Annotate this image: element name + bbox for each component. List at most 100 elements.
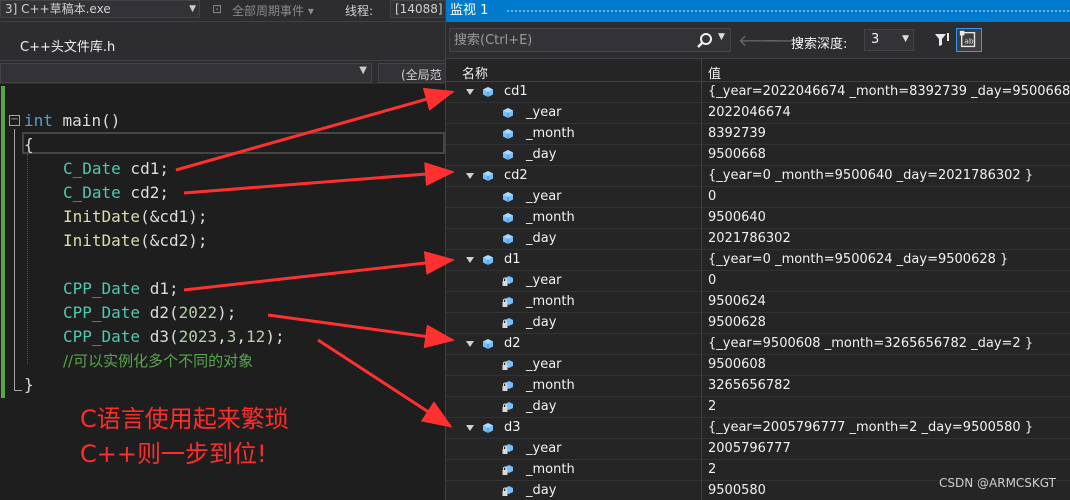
code-area[interactable]: − int main() { C_Date cd1; C_Date cd2; I… xyxy=(0,84,445,400)
chevron-down-icon: ▼ xyxy=(359,65,367,76)
watch-row-value[interactable]: 9500640 xyxy=(708,210,766,225)
watch-row-object[interactable]: cd1 {_year=2022046674 _month=8392739 _day… xyxy=(446,82,1070,103)
field-icon xyxy=(502,107,514,119)
drag-grip[interactable] xyxy=(506,9,1070,14)
search-box: ▼ xyxy=(449,28,731,52)
declaration-end: ); xyxy=(217,303,237,322)
type-name: CPP_Date xyxy=(63,279,141,298)
search-input[interactable] xyxy=(454,31,684,49)
expanded-triangle-icon[interactable] xyxy=(466,257,474,263)
watch-row-value[interactable]: 2022046674 xyxy=(708,105,791,120)
collapse-icon[interactable]: − xyxy=(9,115,20,126)
column-header-name[interactable]: 名称 xyxy=(462,63,488,82)
filter-icon[interactable] xyxy=(931,29,953,51)
watch-row-value[interactable]: {_year=2005796777 _month=2 _day=9500580 … xyxy=(708,420,1033,435)
watch-row-name: _day xyxy=(526,231,557,246)
watch-row-value[interactable]: 0 xyxy=(708,273,716,288)
private-field-icon xyxy=(502,380,514,392)
chevron-down-icon[interactable]: ▼ xyxy=(718,32,725,42)
watch-row-value[interactable]: {_year=9500608 _month=3265656782 _day=2 … xyxy=(708,336,1033,351)
watch-row-member[interactable]: _month 8392739 xyxy=(446,124,1070,145)
watch-row-member[interactable]: _day 9500668 xyxy=(446,145,1070,166)
watch-row-member[interactable]: _day 2 xyxy=(446,397,1070,418)
private-field-icon xyxy=(502,275,514,287)
tab-header-file[interactable]: C++头文件库.h xyxy=(0,30,140,60)
thread-combo[interactable]: [14088] xyxy=(390,0,450,18)
watch-row-value[interactable]: {_year=0 _month=9500624 _day=9500628 } xyxy=(708,252,1008,267)
watch-row-value[interactable]: {_year=0 _month=9500640 _day=2021786302 … xyxy=(708,168,1033,183)
code-line-init-cd2: InitDate(&cd2); xyxy=(63,229,208,253)
watch-row-name: _day xyxy=(526,399,557,414)
declaration-end: ); xyxy=(265,327,285,346)
search-depth-select[interactable]: 3 ▼ xyxy=(864,29,914,51)
column-divider xyxy=(701,418,702,439)
annotation-text: C语言使用起来繁琐 C++则一步到位! xyxy=(80,402,289,472)
watch-row-object[interactable]: cd2 {_year=0 _month=9500640 _day=20217863… xyxy=(446,166,1070,187)
watch-row-value[interactable]: 9500628 xyxy=(708,315,766,330)
comma: , xyxy=(217,327,227,346)
watch-row-value[interactable]: 9500668 xyxy=(708,147,766,162)
call-args: (&cd2); xyxy=(140,231,208,250)
code-comment: //可以实例化多个不同的对象 xyxy=(63,352,254,370)
declaration: cd1; xyxy=(120,159,169,178)
watch-row-member[interactable]: _month 9500624 xyxy=(446,292,1070,313)
code-line-cd2: C_Date cd2; xyxy=(63,181,169,205)
watch-row-value[interactable]: 3265656782 xyxy=(708,378,791,393)
field-icon xyxy=(502,128,514,140)
code-line-main: int main() xyxy=(24,109,120,133)
watch-row-object[interactable]: d2 {_year=9500608 _month=3265656782 _day=… xyxy=(446,334,1070,355)
watch-row-value[interactable]: 9500580 xyxy=(708,483,766,498)
expanded-triangle-icon[interactable] xyxy=(466,173,474,179)
watch-row-member[interactable]: _day 2021786302 xyxy=(446,229,1070,250)
column-divider[interactable] xyxy=(701,59,702,83)
code-line-d3: CPP_Date d3(2023,3,12); xyxy=(63,325,285,349)
scope-dropdown[interactable]: (全局范 xyxy=(378,63,448,83)
watch-row-value[interactable]: 2 xyxy=(708,462,716,477)
expanded-triangle-icon[interactable] xyxy=(466,89,474,95)
declaration: cd2; xyxy=(120,183,169,202)
hex-view-toggle-icon[interactable]: ab xyxy=(956,28,982,52)
function-name: InitDate xyxy=(63,231,141,250)
watch-row-value[interactable]: 9500624 xyxy=(708,294,766,309)
watch-row-object[interactable]: d1 {_year=0 _month=9500624 _day=9500628 } xyxy=(446,250,1070,271)
watch-row-object[interactable]: d3 {_year=2005796777 _month=2 _day=950058… xyxy=(446,418,1070,439)
private-field-icon xyxy=(502,401,514,413)
lifecycle-events-button[interactable]: 全部周期事件 ▾ xyxy=(232,2,314,19)
declaration: d3( xyxy=(140,327,179,346)
watch-row-member[interactable]: _month 9500640 xyxy=(446,208,1070,229)
watch-row-value[interactable]: 2 xyxy=(708,399,716,414)
column-header-value[interactable]: 值 xyxy=(708,63,721,82)
watch-row-member[interactable]: _month 3265656782 xyxy=(446,376,1070,397)
main-signature: main() xyxy=(52,111,121,130)
navigation-bar: ▼ (全局范 xyxy=(0,60,448,84)
watch-title-bar[interactable]: 监视 1 xyxy=(446,0,1070,22)
watch-row-member[interactable]: _year 2022046674 xyxy=(446,103,1070,124)
expanded-triangle-icon[interactable] xyxy=(466,341,474,347)
column-divider xyxy=(701,292,702,313)
watch-row-value[interactable]: {_year=2022046674 _month=8392739 _day=95… xyxy=(708,84,1070,99)
watch-row-member[interactable]: _day 9500628 xyxy=(446,313,1070,334)
thread-label: 线程: xyxy=(345,4,374,18)
function-name: InitDate xyxy=(63,207,141,226)
watch-row-member[interactable]: _year 0 xyxy=(446,271,1070,292)
vs-debug-screen: 3] C++草稿本.exe ▼ ⊡ 全部周期事件 ▾ 线程: [14088] C… xyxy=(0,0,1070,500)
object-icon xyxy=(482,86,494,98)
watch-row-member[interactable]: _year 2005796777 xyxy=(446,439,1070,460)
watch-row-value[interactable]: 0 xyxy=(708,189,716,204)
search-icon[interactable] xyxy=(695,31,715,51)
watch-row-member[interactable]: _year 0 xyxy=(446,187,1070,208)
watch-row-value[interactable]: 8392739 xyxy=(708,126,766,141)
process-combo[interactable]: 3] C++草稿本.exe ▼ xyxy=(0,0,200,18)
project-dropdown[interactable]: ▼ xyxy=(0,63,372,83)
watch-row-name: _month xyxy=(526,294,575,309)
watch-rows: cd1 {_year=2022046674 _month=8392739 _day… xyxy=(446,82,1070,500)
type-name: CPP_Date xyxy=(63,303,141,322)
number-literal: 12 xyxy=(246,327,266,346)
code-line-d1: CPP_Date d1; xyxy=(63,277,179,301)
watch-row-value[interactable]: 9500608 xyxy=(708,357,766,372)
watch-row-member[interactable]: _year 9500608 xyxy=(446,355,1070,376)
watch-row-value[interactable]: 2021786302 xyxy=(708,231,791,246)
watch-row-value[interactable]: 2005796777 xyxy=(708,441,791,456)
expanded-triangle-icon[interactable] xyxy=(466,425,474,431)
svg-text:ab: ab xyxy=(964,37,973,46)
